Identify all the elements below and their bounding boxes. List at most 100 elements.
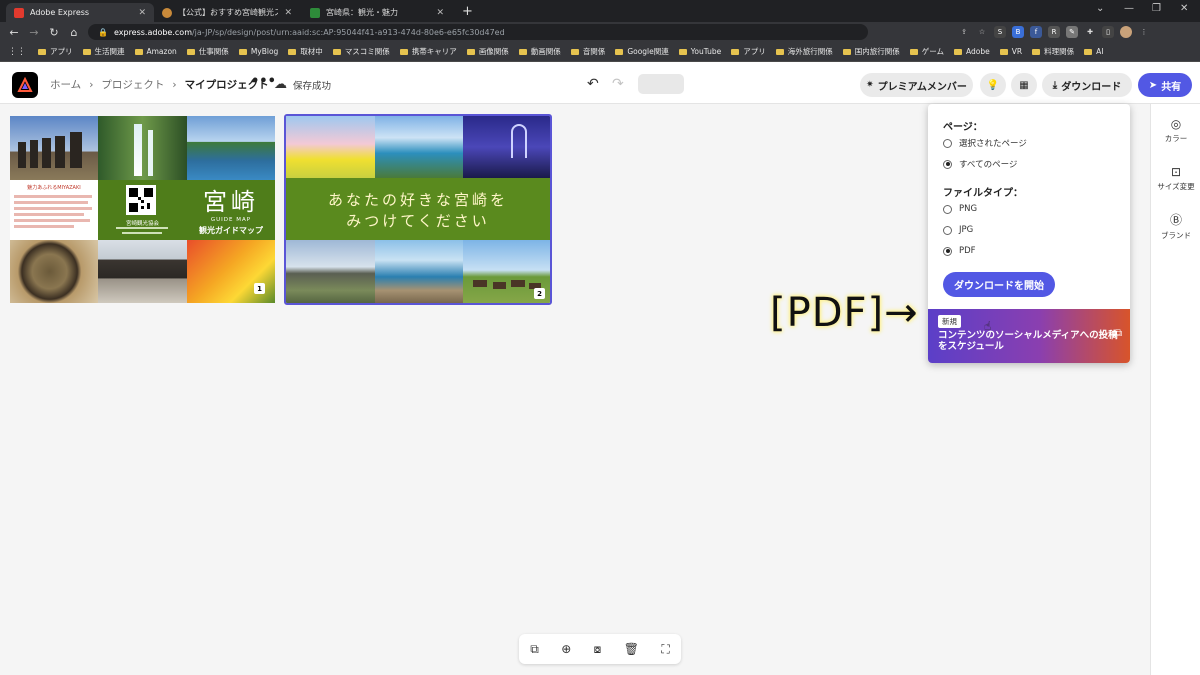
option-selected-pages[interactable]: 選択されたページ bbox=[943, 137, 1027, 149]
folder-icon bbox=[38, 48, 46, 55]
design-page-2[interactable]: あなたの好きな宮崎を みつけてください 2 bbox=[284, 114, 552, 305]
trash-icon[interactable]: 🗑 bbox=[624, 642, 639, 656]
close-icon[interactable]: ✕ bbox=[284, 8, 292, 18]
sidebar-icon[interactable]: ▯ bbox=[1102, 26, 1114, 38]
folder-icon bbox=[82, 48, 91, 55]
radio-selected-icon[interactable] bbox=[943, 159, 952, 169]
brand-icon: Ⓑ bbox=[1169, 213, 1182, 227]
menu-kebab-icon[interactable]: ⋮ bbox=[1138, 26, 1150, 38]
extension-pen-icon[interactable]: ✎ bbox=[1066, 26, 1078, 38]
reload-icon[interactable]: ↻ bbox=[44, 26, 64, 39]
pages-heading: ページ： bbox=[943, 122, 983, 133]
bookmark-item[interactable]: 国内旅行関係 bbox=[842, 46, 900, 57]
bookmark-item[interactable]: アプリ bbox=[731, 46, 766, 57]
option-pdf[interactable]: PDF bbox=[943, 246, 976, 256]
bookmark-item[interactable]: アプリ bbox=[38, 46, 73, 57]
profile-avatar-icon[interactable] bbox=[1120, 26, 1132, 38]
option-all-pages[interactable]: すべてのページ bbox=[943, 158, 1017, 170]
bookmark-item[interactable]: 仕事関係 bbox=[186, 46, 229, 57]
adobe-express-logo-icon[interactable] bbox=[12, 72, 38, 98]
folder-icon bbox=[678, 48, 687, 55]
bookmark-item[interactable]: マスコミ関係 bbox=[332, 46, 390, 57]
bookmark-label: AI bbox=[1096, 47, 1104, 56]
rail-item-color[interactable]: ◎ カラー bbox=[1151, 117, 1200, 144]
radio-icon[interactable] bbox=[943, 204, 952, 214]
download-button[interactable]: ⤓ ダウンロード bbox=[1042, 73, 1132, 97]
tab-adobe-express[interactable]: Adobe Express ✕ bbox=[6, 3, 154, 22]
bookmark-item[interactable]: Google関連 bbox=[615, 46, 669, 57]
duplicate-icon[interactable]: ⧉ bbox=[530, 642, 539, 657]
extension-rx-icon[interactable]: R bbox=[1048, 26, 1060, 38]
bookmark-label: 仕事関係 bbox=[198, 47, 229, 56]
breadcrumb-projects[interactable]: プロジェクト bbox=[101, 77, 164, 92]
maximize-icon[interactable]: ❐ bbox=[1152, 3, 1161, 14]
lightbulb-button[interactable]: 💡 bbox=[980, 73, 1006, 97]
option-jpg[interactable]: JPG bbox=[943, 225, 973, 235]
bookmark-item[interactable]: Adobe bbox=[954, 47, 990, 56]
design-page-1[interactable]: 魅力あふれるMIYAZAKI 宮崎観光協会 宮崎 GUIDE MAP 観光ガイド… bbox=[10, 116, 275, 303]
bookmark-label: 料理関係 bbox=[1044, 47, 1075, 56]
bookmark-item[interactable]: 海外旅行関係 bbox=[775, 46, 833, 57]
bookmark-item[interactable]: 料理関係 bbox=[1032, 46, 1074, 57]
fit-screen-icon[interactable]: ⛶ bbox=[661, 642, 669, 657]
share-button[interactable]: ➤ 共有 bbox=[1138, 73, 1192, 97]
bookmark-item[interactable]: 動画関係 bbox=[518, 46, 561, 57]
extension-s-icon[interactable]: S bbox=[994, 26, 1006, 38]
folder-icon bbox=[518, 48, 527, 55]
option-png[interactable]: PNG bbox=[943, 204, 977, 214]
address-bar[interactable]: 🔒 express.adobe.com /ja-JP/sp/design/pos… bbox=[88, 24, 868, 40]
bookmark-item[interactable]: MyBlog bbox=[238, 47, 278, 56]
radio-icon[interactable] bbox=[943, 225, 952, 235]
rail-label-brand: ブランド bbox=[1161, 231, 1191, 240]
bookmark-item[interactable]: 生活関連 bbox=[82, 46, 125, 57]
schedule-button[interactable]: ▦ bbox=[1011, 73, 1037, 97]
forward-icon[interactable]: → bbox=[24, 26, 44, 39]
tab-miyazaki-spots[interactable]: 【公式】おすすめ宮崎観光スポット／... ✕ bbox=[154, 3, 300, 22]
extensions-puzzle-icon[interactable]: ✚ bbox=[1084, 26, 1096, 38]
coast-photo bbox=[187, 116, 275, 180]
new-tab-icon[interactable]: + bbox=[462, 4, 473, 19]
extension-b-icon[interactable]: B bbox=[1012, 26, 1024, 38]
radio-icon[interactable] bbox=[943, 138, 952, 148]
home-icon[interactable]: ⌂ bbox=[64, 26, 84, 39]
extension-f-icon[interactable]: f bbox=[1030, 26, 1042, 38]
premium-member-button[interactable]: ✷ プレミアムメンバー bbox=[860, 73, 973, 97]
tab-search-icon[interactable]: ⌄ bbox=[1096, 3, 1104, 14]
tab-miyazaki-pref[interactable]: 宮崎県：観光・魅力 ✕ bbox=[302, 3, 452, 22]
bookmark-star-icon[interactable]: ☆ bbox=[976, 26, 988, 38]
more-options-icon[interactable]: ••• bbox=[251, 74, 276, 89]
bookmark-item[interactable]: YouTube bbox=[678, 47, 721, 56]
close-icon[interactable]: ✕ bbox=[138, 8, 146, 18]
add-page-icon[interactable]: ⊕ bbox=[561, 642, 571, 656]
bookmark-item[interactable]: 取材中 bbox=[288, 46, 323, 57]
apps-grid-icon[interactable]: ⋮⋮ bbox=[8, 47, 28, 57]
rail-item-brand[interactable]: Ⓑ ブランド bbox=[1151, 211, 1200, 241]
bookmark-item[interactable]: 画像関係 bbox=[466, 46, 509, 57]
redo-icon[interactable]: ↷ bbox=[612, 76, 624, 92]
bookmark-item[interactable]: 音関係 bbox=[570, 46, 605, 57]
breadcrumb: ホーム › プロジェクト › マイプロジェクト bbox=[50, 77, 269, 92]
bookmark-label: Google関連 bbox=[627, 47, 669, 56]
breadcrumb-home[interactable]: ホーム bbox=[50, 77, 81, 92]
share-page-icon[interactable]: ⇪ bbox=[958, 26, 970, 38]
bookmark-item[interactable]: ゲーム bbox=[909, 46, 944, 57]
folder-icon bbox=[186, 48, 195, 55]
start-download-button[interactable]: ダウンロードを開始 bbox=[943, 272, 1055, 297]
bookmark-item[interactable]: 携帯キャリア bbox=[399, 46, 457, 57]
back-icon[interactable]: ← bbox=[4, 26, 24, 39]
schedule-promo-card[interactable]: 新規 ⧉ コンテンツのソーシャルメディアへの投稿をスケジュール bbox=[928, 309, 1130, 363]
copy-page-icon[interactable]: ⧇ bbox=[594, 642, 602, 657]
window-close-icon[interactable]: ✕ bbox=[1180, 3, 1188, 14]
minimize-icon[interactable]: — bbox=[1124, 3, 1134, 14]
intro-heading: 魅力あふれるMIYAZAKI bbox=[27, 185, 81, 191]
undo-icon[interactable]: ↶ bbox=[587, 76, 599, 92]
close-icon[interactable]: ✕ bbox=[436, 8, 444, 18]
bookmark-item[interactable]: VR bbox=[999, 47, 1022, 56]
radio-selected-icon[interactable] bbox=[943, 246, 952, 256]
chevron-right-icon: › bbox=[172, 78, 177, 91]
folder-icon bbox=[775, 48, 784, 55]
rail-label-resize: サイズ変更 bbox=[1157, 182, 1195, 191]
bookmark-item[interactable]: Amazon bbox=[134, 47, 177, 56]
rail-item-resize[interactable]: ⊡ サイズ変更 bbox=[1151, 165, 1200, 192]
bookmark-item[interactable]: AI bbox=[1084, 47, 1103, 56]
